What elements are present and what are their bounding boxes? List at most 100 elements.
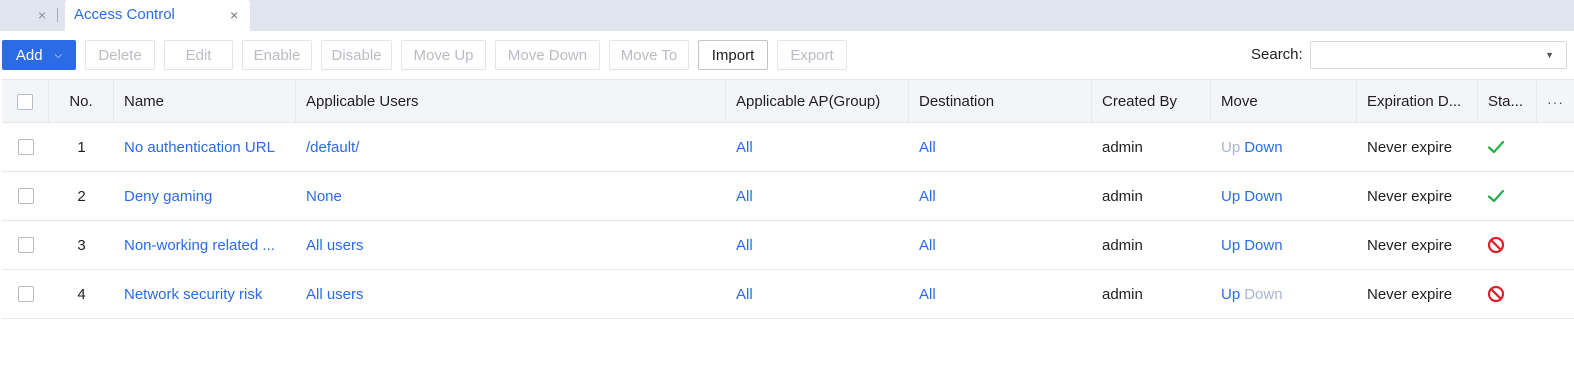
- cell-no: 4: [49, 270, 114, 318]
- cell-name: Non-working related ...: [114, 221, 296, 269]
- close-icon[interactable]: ×: [230, 7, 238, 23]
- cell-created-by: admin: [1092, 123, 1211, 171]
- applicable-users-link[interactable]: All users: [306, 286, 364, 303]
- table-row[interactable]: 3 Non-working related ... All users All All a…: [2, 221, 1574, 270]
- cell-no: 2: [49, 172, 114, 220]
- cell-move: Up Down: [1211, 123, 1357, 171]
- add-button-label: Add: [15, 46, 43, 64]
- check-icon[interactable]: [1486, 186, 1506, 206]
- tab-previous[interactable]: ×: [0, 0, 64, 31]
- cell-applicable-ap: All: [726, 221, 909, 269]
- cell-name: Deny gaming: [114, 172, 296, 220]
- row-checkbox[interactable]: [17, 139, 34, 155]
- destination-link[interactable]: All: [919, 188, 936, 205]
- header-no[interactable]: No.: [49, 80, 114, 123]
- header-expiration[interactable]: Expiration D...: [1357, 80, 1478, 123]
- import-button[interactable]: Import: [698, 40, 768, 70]
- close-icon[interactable]: ×: [38, 7, 46, 23]
- tab-access-control[interactable]: Access Control ×: [65, 0, 250, 31]
- add-button[interactable]: Add ⌵: [2, 40, 76, 70]
- created-by-text: admin: [1102, 285, 1143, 303]
- header-status[interactable]: Sta...: [1478, 80, 1537, 123]
- cell-applicable-ap: All: [726, 270, 909, 318]
- row-checkbox[interactable]: [17, 286, 34, 302]
- cell-applicable-users: None: [296, 172, 726, 220]
- move-up-link[interactable]: Up: [1221, 286, 1240, 303]
- move-to-button[interactable]: Move To: [609, 40, 689, 70]
- cell-expiration: Never expire: [1357, 123, 1478, 171]
- destination-link[interactable]: All: [919, 237, 936, 254]
- ban-icon[interactable]: [1486, 284, 1506, 304]
- expiration-text: Never expire: [1367, 187, 1453, 205]
- cell-destination: All: [909, 172, 1092, 220]
- tab-separator: [57, 8, 58, 22]
- move-down-button[interactable]: Move Down: [495, 40, 600, 70]
- export-button[interactable]: Export: [777, 40, 847, 70]
- destination-link[interactable]: All: [919, 139, 936, 156]
- destination-link[interactable]: All: [919, 286, 936, 303]
- applicable-ap-link[interactable]: All: [736, 188, 753, 205]
- applicable-ap-link[interactable]: All: [736, 237, 753, 254]
- move-up-button[interactable]: Move Up: [401, 40, 486, 70]
- row-checkbox[interactable]: [17, 237, 34, 253]
- header-applicable-ap[interactable]: Applicable AP(Group): [726, 80, 909, 123]
- cell-name: Network security risk: [114, 270, 296, 318]
- cell-destination: All: [909, 221, 1092, 269]
- search-label: Search:: [1251, 46, 1303, 63]
- policy-name-link[interactable]: No authentication URL: [124, 139, 275, 156]
- row-number: 3: [77, 236, 86, 254]
- header-name[interactable]: Name: [114, 80, 296, 123]
- disable-button[interactable]: Disable: [321, 40, 392, 70]
- cell-status: [1478, 123, 1537, 171]
- move-down-link[interactable]: Down: [1244, 188, 1282, 205]
- table-row[interactable]: 1 No authentication URL/default/All All adm…: [2, 123, 1574, 172]
- expiration-text: Never expire: [1367, 285, 1453, 303]
- created-by-text: admin: [1102, 187, 1143, 205]
- cell-move: Up Down: [1211, 270, 1357, 318]
- cell-created-by: admin: [1092, 270, 1211, 318]
- move-down-link[interactable]: Down: [1244, 237, 1282, 254]
- header-applicable-users[interactable]: Applicable Users: [296, 80, 726, 123]
- move-down-link[interactable]: Down: [1244, 286, 1282, 303]
- row-number: 4: [77, 285, 86, 303]
- caret-down-icon[interactable]: ▼: [1545, 50, 1554, 60]
- chevron-down-icon: ⌵: [54, 49, 63, 61]
- row-checkbox[interactable]: [17, 188, 34, 204]
- row-select-cell: [2, 172, 49, 220]
- row-select-cell: [2, 123, 49, 171]
- cell-status: [1478, 172, 1537, 220]
- enable-button[interactable]: Enable: [242, 40, 312, 70]
- move-down-link[interactable]: Down: [1244, 139, 1282, 156]
- policy-name-link[interactable]: Deny gaming: [124, 188, 212, 205]
- table-row[interactable]: 2 Deny gaming None All All admin Up Down Never e…: [2, 172, 1574, 221]
- applicable-users-link[interactable]: All users: [306, 237, 364, 254]
- cell-no: 3: [49, 221, 114, 269]
- header-destination[interactable]: Destination: [909, 80, 1092, 123]
- move-up-link[interactable]: Up: [1221, 139, 1240, 156]
- policy-name-link[interactable]: Non-working related ...: [124, 237, 275, 254]
- applicable-ap-link[interactable]: All: [736, 286, 753, 303]
- header-select-all[interactable]: [2, 80, 49, 123]
- cell-status: [1478, 270, 1537, 318]
- move-up-link[interactable]: Up: [1221, 237, 1240, 254]
- table-row[interactable]: 4 Network security risk All users All All adm…: [2, 270, 1574, 319]
- policy-name-link[interactable]: Network security risk: [124, 286, 262, 303]
- ban-icon[interactable]: [1486, 235, 1506, 255]
- delete-button[interactable]: Delete: [85, 40, 155, 70]
- header-move[interactable]: Move: [1211, 80, 1357, 123]
- search-select[interactable]: ▼: [1310, 41, 1567, 69]
- select-all-checkbox[interactable]: [17, 93, 33, 110]
- cell-destination: All: [909, 123, 1092, 171]
- header-created-by[interactable]: Created By: [1092, 80, 1211, 123]
- applicable-users-link[interactable]: None: [306, 188, 342, 205]
- applicable-users-link[interactable]: /default/: [306, 139, 359, 156]
- move-up-link[interactable]: Up: [1221, 188, 1240, 205]
- more-icon[interactable]: ···: [1537, 80, 1574, 123]
- toolbar: Add ⌵ Delete Edit Enable Disable Move Up…: [0, 40, 1574, 70]
- cell-applicable-users: /default/: [296, 123, 726, 171]
- edit-button[interactable]: Edit: [164, 40, 233, 70]
- applicable-ap-link[interactable]: All: [736, 139, 753, 156]
- cell-move: Up Down: [1211, 221, 1357, 269]
- check-icon[interactable]: [1486, 137, 1506, 157]
- expiration-text: Never expire: [1367, 236, 1453, 254]
